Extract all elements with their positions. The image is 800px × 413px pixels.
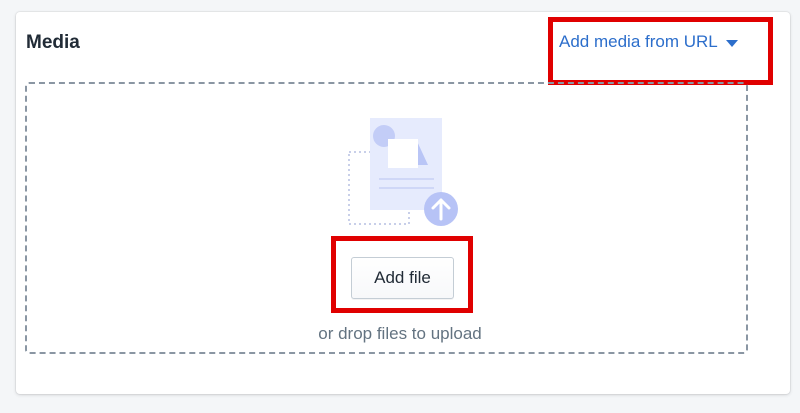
- add-file-button[interactable]: Add file: [351, 257, 454, 299]
- media-card-title: Media: [26, 32, 80, 53]
- file-upload-icon: [348, 118, 458, 226]
- add-media-from-url-label: Add media from URL: [559, 32, 718, 51]
- drop-files-hint: or drop files to upload: [318, 324, 482, 343]
- caret-down-icon: [725, 39, 738, 47]
- add-media-from-url-dropdown[interactable]: Add media from URL: [559, 32, 738, 52]
